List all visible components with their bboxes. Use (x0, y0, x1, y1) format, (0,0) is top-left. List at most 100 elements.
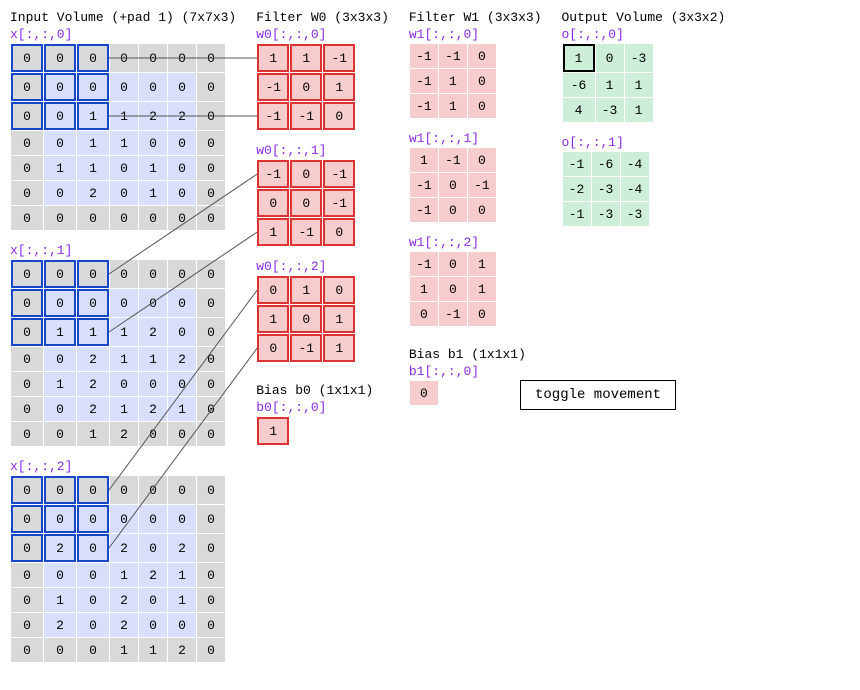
cell: 0 (410, 302, 438, 326)
cell: 0 (197, 181, 225, 205)
output-slice-label: o[:,:,0] (562, 27, 726, 42)
cell: 0 (139, 534, 167, 562)
input-slice-label: x[:,:,0] (10, 27, 236, 42)
cell: 0 (168, 181, 196, 205)
cell: 1 (110, 638, 138, 662)
cell: 0 (139, 131, 167, 155)
w0-grid: 11-1-101-1-10 (256, 43, 356, 131)
cell: 0 (168, 505, 196, 533)
cell: 1 (468, 277, 496, 301)
w1-grid: -1-10-110-110 (409, 43, 497, 119)
cell: -1 (439, 148, 467, 172)
cell: -1 (290, 218, 322, 246)
cell: -6 (563, 73, 595, 97)
cell: -3 (596, 98, 624, 122)
input-rf-cell: 0 (77, 260, 109, 288)
cell: 0 (44, 131, 76, 155)
cell: 1 (44, 588, 76, 612)
cell: 0 (44, 206, 76, 230)
input-rf-cell: 0 (11, 318, 43, 346)
output-grid: 10-3-6114-31 (562, 43, 654, 123)
cell: 0 (439, 277, 467, 301)
input-grid: 0000000000000002020200001210010201002020… (10, 475, 226, 663)
cell: 0 (197, 131, 225, 155)
cell: -1 (290, 102, 322, 130)
output-highlight-cell: 1 (563, 44, 595, 72)
filter-w0-title: Filter W0 (3x3x3) (256, 10, 389, 25)
output-grid: -1-6-4-2-3-4-1-3-3 (562, 151, 650, 227)
input-rf-cell: 0 (77, 73, 109, 101)
cell: 0 (11, 347, 43, 371)
cell: 2 (139, 318, 167, 346)
cell: 0 (168, 131, 196, 155)
cell: 0 (168, 422, 196, 446)
cell: -3 (592, 177, 620, 201)
cell: 0 (11, 206, 43, 230)
cell: 1 (257, 218, 289, 246)
cell: 0 (197, 505, 225, 533)
cell: 0 (44, 638, 76, 662)
cell: 0 (11, 131, 43, 155)
input-rf-cell: 0 (11, 505, 43, 533)
bias-b1-label: b1[:,:,0] (409, 364, 542, 379)
cell: 0 (168, 156, 196, 180)
cell: 0 (77, 206, 109, 230)
input-rf-cell: 0 (44, 44, 76, 72)
toggle-movement-button[interactable]: toggle movement (520, 380, 676, 410)
cell: 0 (11, 372, 43, 396)
cell: 1 (410, 148, 438, 172)
cell: 0 (197, 102, 225, 130)
cell: -1 (257, 102, 289, 130)
input-rf-cell: 0 (11, 476, 43, 504)
cell: 2 (110, 422, 138, 446)
cell: 0 (468, 44, 496, 68)
cell: 0 (290, 160, 322, 188)
cell: 1 (596, 73, 624, 97)
cell: 0 (290, 73, 322, 101)
cell: -3 (625, 44, 653, 72)
cell: 1 (257, 305, 289, 333)
cell: 0 (139, 613, 167, 637)
cell: 0 (168, 613, 196, 637)
cell: -1 (410, 198, 438, 222)
cell: 0 (596, 44, 624, 72)
input-rf-cell: 0 (11, 289, 43, 317)
w0-grid: 0101010-11 (256, 275, 356, 363)
cell: 0 (139, 73, 167, 101)
cell: 0 (168, 372, 196, 396)
cell: 1 (44, 372, 76, 396)
w0-grid: -10-100-11-10 (256, 159, 356, 247)
cell: -1 (290, 334, 322, 362)
cell: 0 (44, 181, 76, 205)
cell: 0 (197, 476, 225, 504)
cell: 0 (197, 534, 225, 562)
w0-slice-label: w0[:,:,0] (256, 27, 389, 42)
cell: 0 (11, 397, 43, 421)
cell: 0 (110, 181, 138, 205)
cell: 1 (139, 181, 167, 205)
input-title: Input Volume (+pad 1) (7x7x3) (10, 10, 236, 25)
cell: 2 (77, 372, 109, 396)
cell: -1 (323, 44, 355, 72)
bias-b0-label: b0[:,:,0] (256, 400, 389, 415)
cell: 0 (197, 318, 225, 346)
cell: 1 (110, 347, 138, 371)
cell: 2 (139, 563, 167, 587)
cell: 0 (77, 638, 109, 662)
input-rf-cell: 0 (11, 260, 43, 288)
cell: 2 (168, 638, 196, 662)
cell: 0 (11, 563, 43, 587)
bias-b0-title: Bias b0 (1x1x1) (256, 383, 389, 398)
cell: 0 (197, 156, 225, 180)
cell: -1 (257, 160, 289, 188)
cell: 0 (197, 422, 225, 446)
cell: -1 (410, 173, 438, 197)
cell: 0 (11, 588, 43, 612)
output-title: Output Volume (3x3x2) (562, 10, 726, 25)
cell: 2 (110, 588, 138, 612)
cell: 1 (168, 588, 196, 612)
cell: 0 (139, 289, 167, 317)
cell: 1 (439, 69, 467, 93)
cell: 0 (110, 289, 138, 317)
cell: 2 (110, 613, 138, 637)
